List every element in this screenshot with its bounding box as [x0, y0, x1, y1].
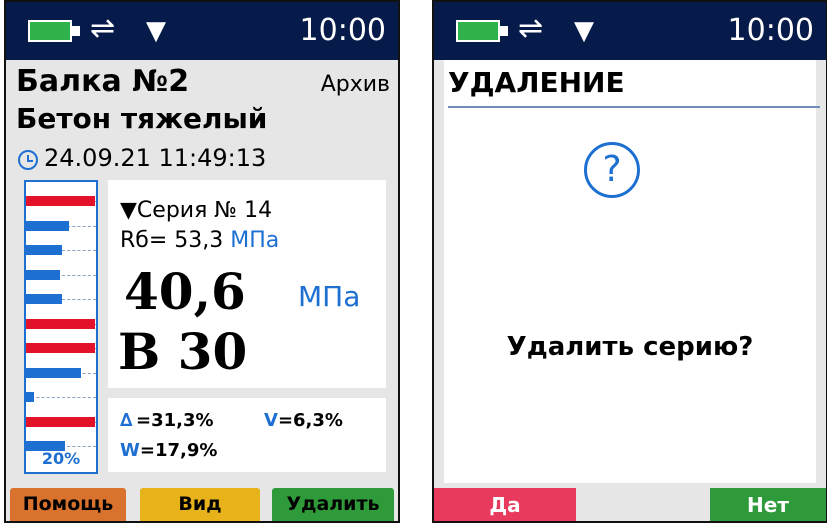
help-button[interactable]: Помощь — [10, 488, 126, 521]
archive-label[interactable]: Архив — [321, 72, 390, 97]
usb-icon: ⇌ — [90, 11, 116, 46]
series-label[interactable]: ▼Серия № 14 — [120, 198, 272, 223]
measurement-bar — [26, 416, 95, 427]
measurement-bar — [26, 343, 95, 353]
divider — [448, 106, 820, 108]
battery-icon — [28, 20, 72, 42]
w-value: W=17,9% — [120, 440, 218, 461]
measurement-bar — [26, 441, 65, 451]
question-icon: ? — [584, 142, 640, 198]
battery-tip — [72, 26, 80, 36]
signal-icon: ▼ — [146, 16, 166, 46]
view-button[interactable]: Вид — [140, 488, 260, 521]
no-button[interactable]: Нет — [710, 488, 826, 521]
dialog-body — [444, 60, 816, 483]
measurements-bar-graph: 20% — [24, 180, 98, 474]
status-time: 10:00 — [299, 13, 386, 48]
clock-icon — [18, 150, 38, 170]
delete-button[interactable]: Удалить — [272, 488, 394, 521]
yes-button[interactable]: Да — [434, 488, 576, 521]
measurement-bar — [26, 220, 69, 231]
measurement-bar — [26, 318, 95, 329]
dialog-title: УДАЛЕНИЕ — [448, 66, 625, 99]
device-screen-measurement: ⇌ ▼ 10:00 Балка №2 Архив Бетон тяжелый 2… — [4, 0, 400, 523]
delta-icon: ∆ — [120, 410, 133, 431]
status-time: 10:00 — [727, 13, 814, 48]
material-label: Бетон тяжелый — [16, 102, 268, 135]
device-screen-delete-dialog: ⇌ ▼ 10:00 УДАЛЕНИЕ ? Удалить серию? Да Н… — [432, 0, 827, 523]
dialog-question: Удалить серию? — [506, 332, 754, 362]
status-bar: ⇌ ▼ 10:00 — [6, 2, 398, 60]
strength-value: 40,6 — [124, 262, 246, 321]
measurement-bar — [26, 294, 62, 304]
rb-value: Rб= 53,3 МПа — [120, 228, 280, 253]
measurement-bar — [26, 245, 62, 255]
battery-icon — [456, 20, 500, 42]
bar-gridline — [26, 397, 96, 398]
usb-icon: ⇌ — [518, 11, 544, 46]
measurement-bar — [26, 367, 81, 378]
statistics-card: ∆ =31,3% V=6,3% W=17,9% — [108, 398, 386, 472]
result-card: ▼Серия № 14 Rб= 53,3 МПа 40,6 МПа В 30 — [108, 180, 386, 388]
measurement-bar — [26, 196, 95, 206]
variation-value: V=6,3% — [264, 410, 343, 431]
signal-icon: ▼ — [574, 16, 594, 46]
measurement-bar — [26, 392, 34, 402]
status-bar: ⇌ ▼ 10:00 — [434, 2, 826, 60]
object-title: Балка №2 — [16, 64, 190, 99]
concrete-class: В 30 — [118, 322, 248, 381]
delta-value: =31,3% — [136, 410, 214, 431]
timestamp: 24.09.21 11:49:13 — [44, 144, 267, 172]
strength-unit: МПа — [298, 280, 361, 313]
measurement-bar — [26, 269, 60, 280]
bar-graph-percent: 20% — [41, 449, 81, 468]
battery-tip — [500, 26, 508, 36]
rb-unit: МПа — [230, 228, 280, 253]
